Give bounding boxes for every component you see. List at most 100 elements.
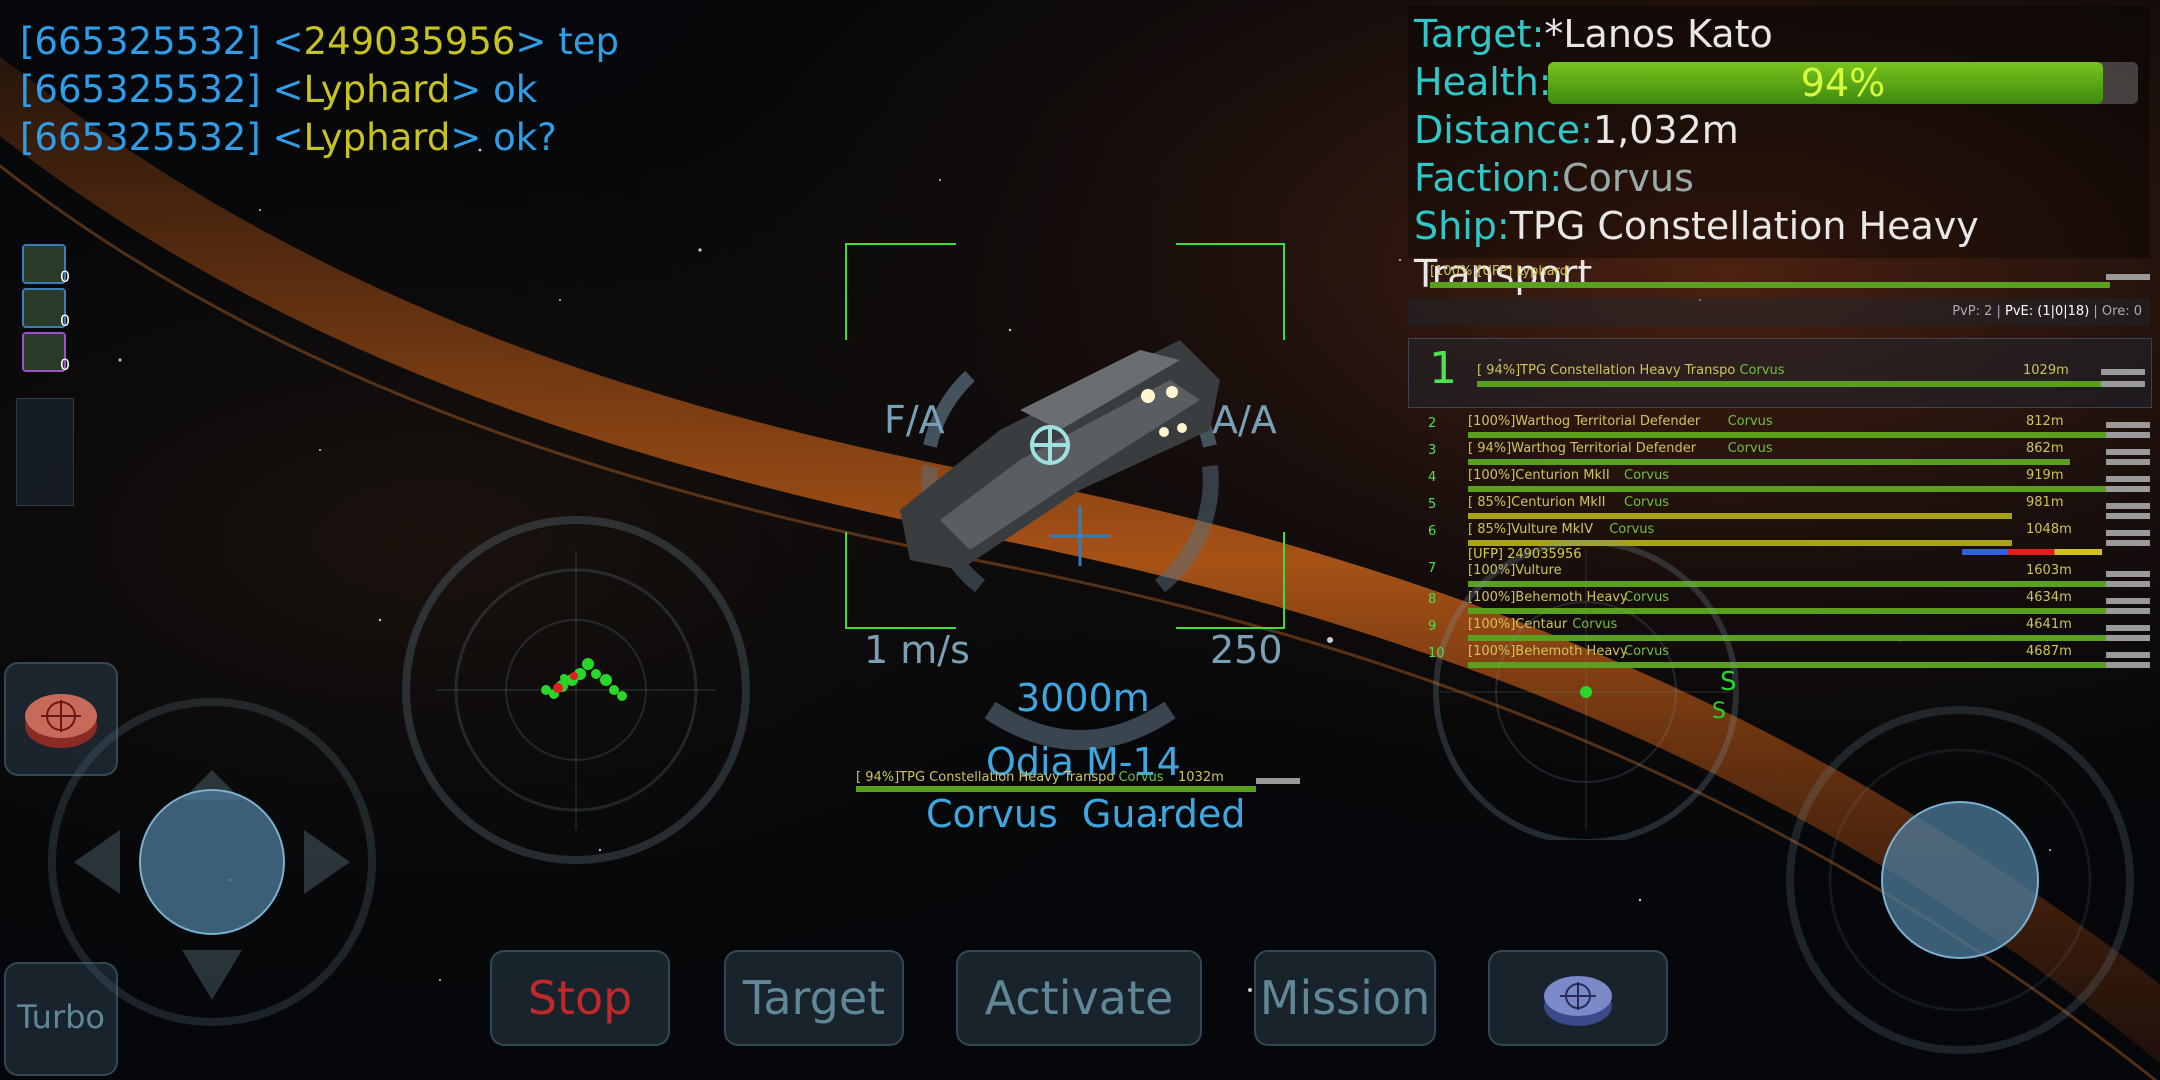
stop-button[interactable]: Stop xyxy=(490,950,670,1046)
contact-health-bar xyxy=(1468,486,2108,492)
contact-faction: Corvus xyxy=(1727,441,1773,456)
cargo-slot[interactable]: 0 xyxy=(22,288,70,330)
contact-name: [ 85%]Vulture MkIV xyxy=(1468,522,1594,537)
contact-index: 5 xyxy=(1428,497,1437,512)
drag-handle[interactable] xyxy=(2106,274,2150,280)
contact-health-bar xyxy=(1468,513,2012,519)
health-value: 94% xyxy=(1800,61,1886,105)
health-bar: 94% xyxy=(1548,62,2138,104)
group-color-bar xyxy=(1962,549,2102,555)
crosshair-icon xyxy=(25,694,97,748)
contact-index: 3 xyxy=(1428,443,1437,458)
target-label-button: Target xyxy=(742,971,886,1025)
contact-distance: 4687m xyxy=(2026,644,2072,659)
contact-row[interactable]: 4 [100%]Centurion MkII Corvus 919m xyxy=(1420,466,2150,493)
arrow-left-icon xyxy=(74,830,120,894)
contact-index: 4 xyxy=(1428,470,1437,485)
contact-distance: 4641m xyxy=(2026,617,2072,632)
contact-distance: 1048m xyxy=(2026,522,2072,537)
drag-handle[interactable] xyxy=(2106,635,2150,641)
cargo-panel: 0 0 0 xyxy=(14,238,74,506)
speed-readout: 1 m/s xyxy=(864,628,970,672)
drag-handle[interactable] xyxy=(2106,486,2150,492)
drag-handle[interactable] xyxy=(2106,662,2150,668)
pvp-stat: PvP: 2 xyxy=(1952,304,1993,319)
chat-channel: [665325532] xyxy=(20,68,261,111)
cargo-count: 0 xyxy=(59,311,70,330)
secondary-fire-button[interactable] xyxy=(1488,950,1668,1046)
distance-row: Distance:1,032m xyxy=(1414,106,1739,154)
mission-button[interactable]: Mission xyxy=(1254,950,1436,1046)
drag-handle[interactable] xyxy=(2101,369,2145,375)
chat-log: [665325532] <249035956> tep [665325532] … xyxy=(20,18,619,162)
drag-handle[interactable] xyxy=(2101,381,2145,387)
contact-distance: 981m xyxy=(2026,495,2064,510)
chat-line: [665325532] <Lyphard> ok xyxy=(20,68,538,111)
contact-row[interactable]: 3 [ 94%]Warthog Territorial Defender Corvu… xyxy=(1420,439,2150,466)
distance-label: Distance: xyxy=(1414,108,1593,152)
drag-handle[interactable] xyxy=(1256,778,1300,784)
drag-handle[interactable] xyxy=(2106,598,2150,604)
contact-name: [ 94%]Warthog Territorial Defender xyxy=(1468,441,1697,456)
drag-handle[interactable] xyxy=(2106,530,2150,536)
stop-label: Stop xyxy=(527,971,633,1025)
faction-status: Corvus Guarded xyxy=(926,792,1246,836)
chat-message: tep xyxy=(558,20,619,63)
faction-value: Corvus xyxy=(1562,156,1694,200)
contact-name: [ 85%]Centurion MkII xyxy=(1468,495,1606,510)
drag-handle[interactable] xyxy=(2106,476,2150,482)
activate-button[interactable]: Activate xyxy=(956,950,1202,1046)
cargo-slot[interactable]: 0 xyxy=(22,332,70,374)
ship-label: Ship: xyxy=(1414,204,1510,248)
selected-target-row[interactable]: 1 [ 94%]TPG Constellation Heavy Transpo … xyxy=(1408,338,2152,408)
selected-target-text: [ 94%]TPG Constellation Heavy Transpo Co… xyxy=(1477,363,1785,378)
drag-handle[interactable] xyxy=(2106,652,2150,658)
contact-faction: Corvus xyxy=(1624,495,1670,510)
cargo-count: 0 xyxy=(59,267,70,286)
turbo-label: Turbo xyxy=(16,998,105,1036)
contact-row[interactable]: 2 [100%]Warthog Territorial Defender Corvu… xyxy=(1420,412,2150,439)
self-status-row: [100%][UFP] Lyphard xyxy=(1408,262,2150,288)
contact-name: [100%]Warthog Territorial Defender xyxy=(1468,414,1701,429)
drag-handle[interactable] xyxy=(2106,581,2150,587)
crosshair-icon xyxy=(1544,976,1612,1026)
chat-message: ok xyxy=(493,68,538,111)
contact-distance: 812m xyxy=(2026,414,2064,429)
pve-stat: PvE: (1|0|18) xyxy=(2005,304,2090,319)
drag-handle[interactable] xyxy=(2106,625,2150,631)
drag-handle[interactable] xyxy=(2106,422,2150,428)
activate-label: Activate xyxy=(984,971,1174,1025)
distance-value: 1,032m xyxy=(1592,108,1739,152)
aim-joystick[interactable] xyxy=(1770,690,2150,1070)
drag-handle[interactable] xyxy=(2106,459,2150,465)
target-button[interactable]: Target xyxy=(724,950,904,1046)
drag-handle[interactable] xyxy=(2106,503,2150,509)
self-health-bar xyxy=(1430,282,2110,288)
selected-target-distance: 1029m xyxy=(2023,363,2069,378)
aa-label: A/A xyxy=(1212,398,1277,442)
cargo-slot[interactable]: 0 xyxy=(22,244,70,286)
cargo-count: 0 xyxy=(59,355,70,374)
contact-distance: 919m xyxy=(2026,468,2064,483)
drag-handle[interactable] xyxy=(2106,449,2150,455)
target-label: Target: xyxy=(1414,12,1545,56)
fire-button[interactable] xyxy=(4,662,118,776)
turbo-button[interactable]: Turbo xyxy=(4,962,118,1076)
ore-stat: Ore: 0 xyxy=(2101,304,2142,319)
contact-index: 6 xyxy=(1428,524,1437,539)
contact-index: 2 xyxy=(1428,416,1437,431)
health-label: Health: xyxy=(1414,60,1552,104)
drag-handle[interactable] xyxy=(2106,608,2150,614)
drag-handle[interactable] xyxy=(2106,513,2150,519)
target-info-panel: Target:*Lanos Kato Health: 94% Distance:… xyxy=(1408,6,2150,296)
drag-handle[interactable] xyxy=(2106,540,2150,546)
radar-contacts xyxy=(541,658,627,701)
self-status-text: [100%][UFP] Lyphard xyxy=(1430,264,1568,279)
contact-row[interactable]: 5 [ 85%]Centurion MkII Corvus 981m xyxy=(1420,493,2150,520)
radar-left xyxy=(402,516,750,864)
chat-channel: [665325532] xyxy=(20,20,261,63)
drag-handle[interactable] xyxy=(2106,432,2150,438)
selected-target-index: 1 xyxy=(1429,343,1457,394)
drag-handle[interactable] xyxy=(2106,571,2150,577)
arrow-right-icon xyxy=(304,830,350,894)
